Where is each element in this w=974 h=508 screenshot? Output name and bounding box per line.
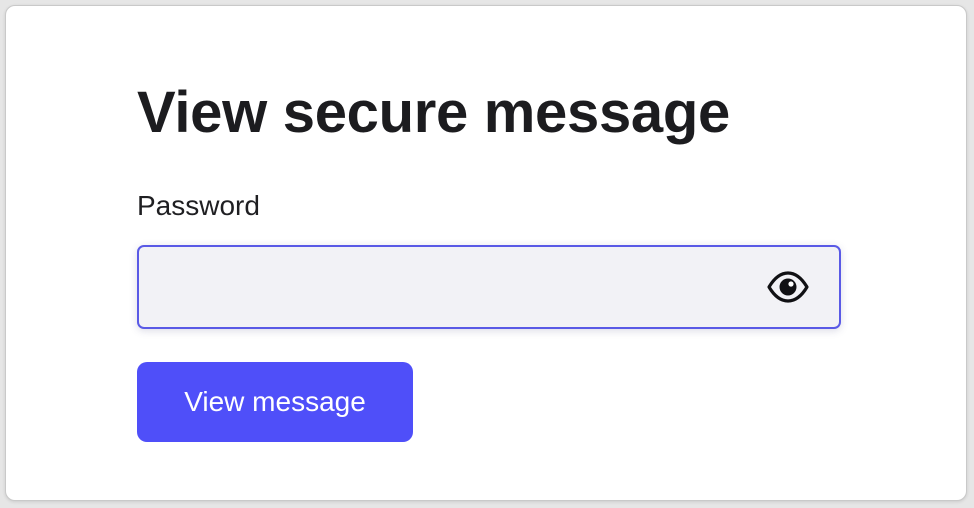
page-title: View secure message [137,80,730,145]
password-field [137,245,841,329]
eye-icon [767,271,809,303]
secure-message-card: View secure message Password View messag… [5,5,967,501]
password-input[interactable] [155,247,749,329]
password-label: Password [137,190,260,221]
view-message-button[interactable]: View message [137,362,413,442]
show-password-toggle[interactable] [767,270,809,304]
